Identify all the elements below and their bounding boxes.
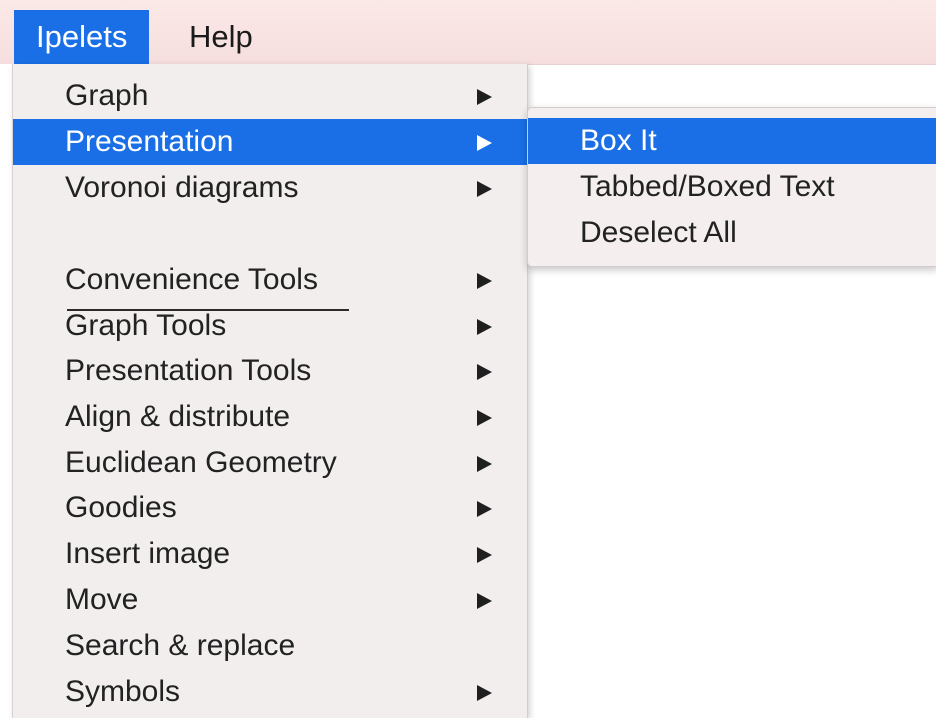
menu-item-presentation-tools[interactable]: Presentation Tools <box>13 348 527 394</box>
menu-item-label: Graph <box>65 79 149 112</box>
submenu-item-label: Tabbed/Boxed Text <box>580 170 835 203</box>
submenu-item-tabbed-boxed-text[interactable]: Tabbed/Boxed Text <box>528 164 936 210</box>
menu-item-label: Move <box>65 583 139 616</box>
menu-item-presentation[interactable]: Presentation <box>13 119 527 165</box>
submenu-item-deselect-all[interactable]: Deselect All <box>528 210 936 256</box>
submenu-item-label: Box It <box>580 124 657 157</box>
submenu-arrow-icon <box>477 135 492 151</box>
submenu-arrow-icon <box>477 547 492 563</box>
menu-item-insert-image[interactable]: Insert image <box>13 531 527 577</box>
menu-item-label: Search & replace <box>65 629 296 662</box>
menu-item-search-replace[interactable]: Search & replace <box>13 623 527 669</box>
menu-item-label: Convenience Tools <box>65 263 318 296</box>
menu-item-label: Euclidean Geometry <box>65 446 337 479</box>
menu-item-convenience-tools[interactable]: Convenience Tools <box>13 257 527 303</box>
menu-item-goodies[interactable]: Goodies <box>13 485 527 531</box>
submenu-arrow-icon <box>477 364 492 380</box>
menu-item-label: Presentation Tools <box>65 354 312 387</box>
menu-ipelets[interactable]: Ipelets <box>14 10 150 64</box>
submenu-arrow-icon <box>477 181 492 197</box>
menu-item-label: Graph Tools <box>65 309 227 342</box>
window-edge <box>0 64 12 718</box>
ipelets-dropdown-menu: Graph Presentation Voronoi diagrams Conv… <box>12 64 528 718</box>
submenu-arrow-icon <box>477 501 492 517</box>
submenu-item-box-it[interactable]: Box It <box>528 118 936 164</box>
menu-item-move[interactable]: Move <box>13 577 527 623</box>
menu-item-label: Align & distribute <box>65 400 291 433</box>
menu-item-label: Voronoi diagrams <box>65 171 299 204</box>
menu-item-label: Insert image <box>65 537 231 570</box>
menu-item-graph[interactable]: Graph <box>13 73 527 119</box>
menu-help[interactable]: Help <box>168 10 274 64</box>
submenu-arrow-icon <box>477 685 492 701</box>
menubar: Ipelets Help <box>0 0 936 65</box>
menu-item-euclidean-geometry[interactable]: Euclidean Geometry <box>13 440 527 486</box>
submenu-arrow-icon <box>477 319 492 335</box>
menu-item-label: Symbols <box>65 675 181 708</box>
submenu-arrow-icon <box>477 456 492 472</box>
menu-item-label: Goodies <box>65 491 177 524</box>
menu-item-voronoi-diagrams[interactable]: Voronoi diagrams <box>13 165 527 211</box>
submenu-arrow-icon <box>477 593 492 609</box>
submenu-arrow-icon <box>477 273 492 289</box>
submenu-item-label: Deselect All <box>580 216 737 249</box>
menu-item-symbols[interactable]: Symbols <box>13 669 527 715</box>
presentation-submenu: Box It Tabbed/Boxed Text Deselect All <box>527 107 936 267</box>
menu-item-graph-tools[interactable]: Graph Tools <box>13 303 527 349</box>
menu-item-align-distribute[interactable]: Align & distribute <box>13 394 527 440</box>
submenu-arrow-icon <box>477 89 492 105</box>
submenu-arrow-icon <box>477 410 492 426</box>
menu-item-label: Presentation <box>65 125 234 158</box>
